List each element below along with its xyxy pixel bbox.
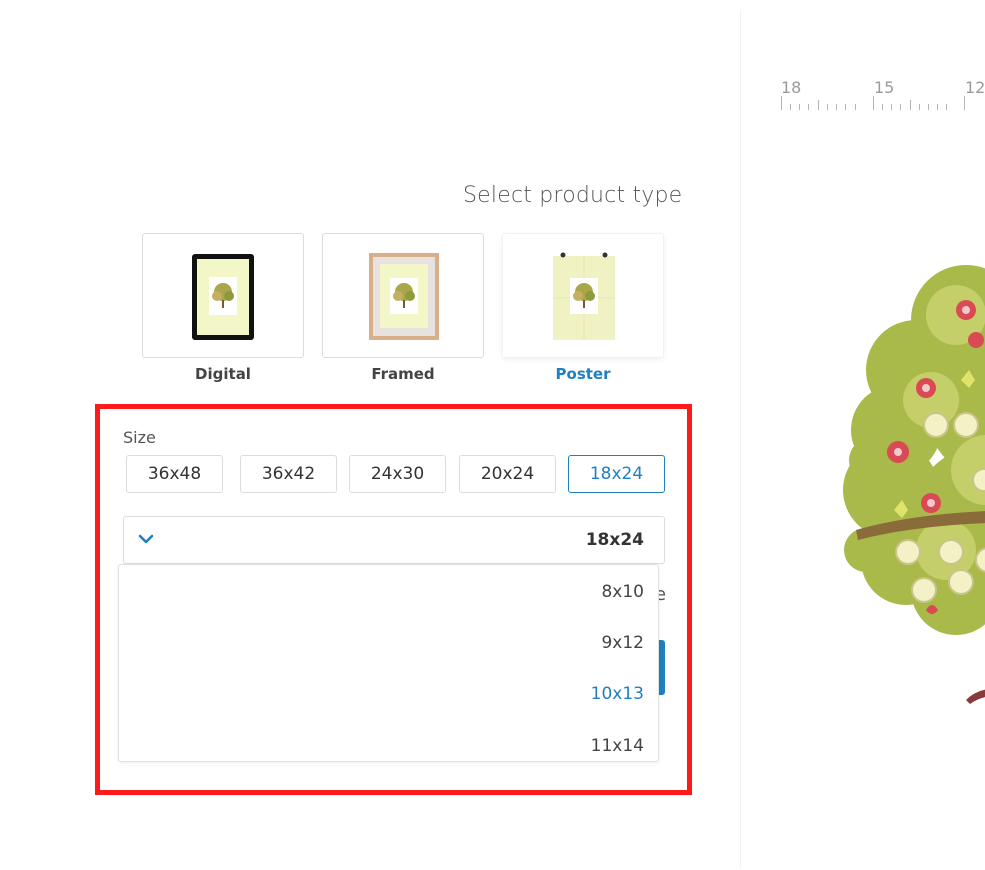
framed-print-icon	[369, 253, 439, 340]
poster-icon	[553, 252, 615, 340]
ruler-label-12: 12	[965, 78, 985, 97]
product-type-poster[interactable]	[502, 233, 664, 358]
preview-panel: 18 15 12	[740, 10, 985, 868]
product-type-framed[interactable]	[322, 233, 484, 358]
product-type-digital[interactable]	[142, 233, 304, 358]
product-type-framed-label: Framed	[371, 365, 435, 383]
ruler-label-18: 18	[781, 78, 802, 97]
annotation-highlight-box	[95, 404, 692, 795]
ruler-ticks	[781, 96, 965, 110]
ruler: 18 15 12	[781, 78, 985, 114]
product-type-digital-label: Digital	[195, 365, 251, 383]
ruler-label-15: 15	[874, 78, 895, 97]
family-tree-illustration	[843, 265, 985, 704]
tablet-icon	[192, 254, 254, 340]
section-title: Select product type	[463, 183, 683, 208]
product-type-poster-label: Poster	[555, 365, 611, 383]
